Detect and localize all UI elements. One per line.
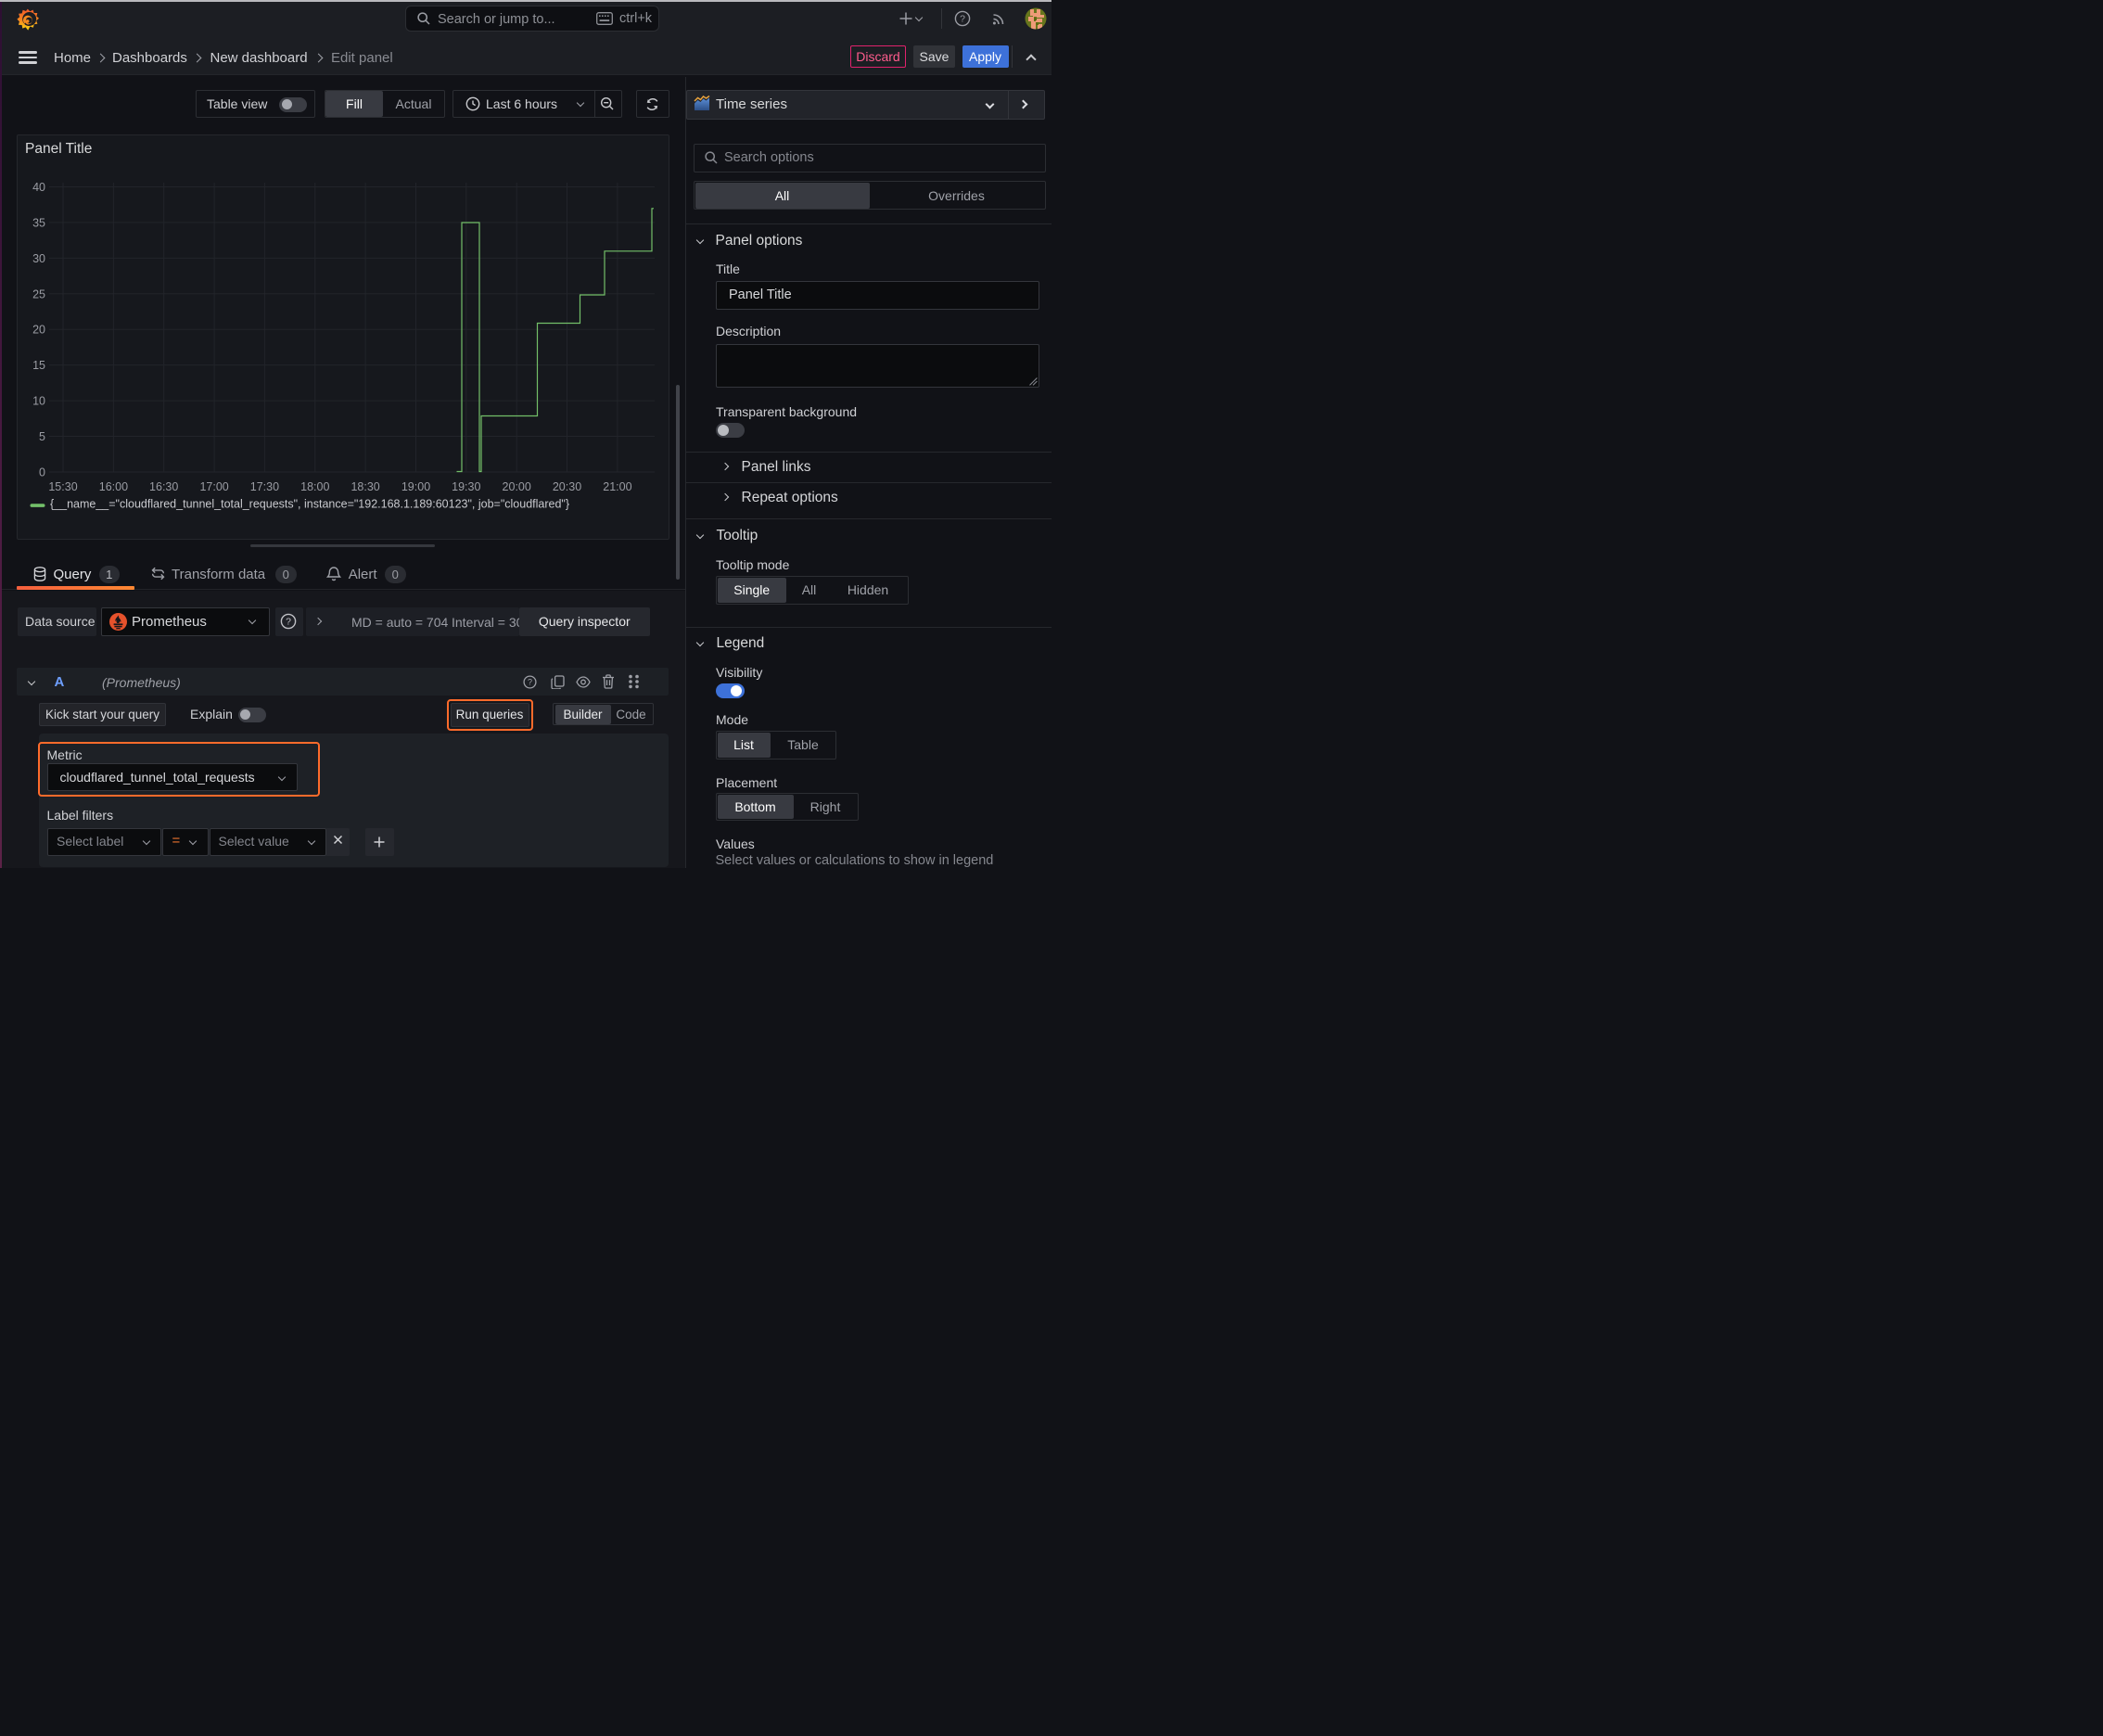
svg-text:?: ? — [960, 14, 965, 25]
svg-text:?: ? — [528, 678, 532, 687]
svg-text:19:30: 19:30 — [452, 480, 480, 493]
svg-text:{__name__="cloudflared_tunnel_: {__name__="cloudflared_tunnel_total_requ… — [50, 497, 569, 510]
svg-text:20:30: 20:30 — [552, 480, 580, 493]
svg-text:16:00: 16:00 — [98, 480, 127, 493]
svg-text:17:30: 17:30 — [249, 480, 278, 493]
svg-text:21:00: 21:00 — [603, 480, 631, 493]
svg-text:18:30: 18:30 — [350, 480, 379, 493]
svg-text:20:00: 20:00 — [502, 480, 530, 493]
svg-text:35: 35 — [32, 216, 45, 229]
svg-text:25: 25 — [32, 287, 45, 300]
svg-text:16:30: 16:30 — [149, 480, 178, 493]
svg-text:30: 30 — [32, 251, 45, 264]
svg-text:15: 15 — [32, 359, 45, 372]
svg-text:20: 20 — [32, 323, 45, 336]
svg-text:10: 10 — [32, 394, 45, 407]
svg-text:18:00: 18:00 — [300, 480, 329, 493]
svg-text:19:00: 19:00 — [401, 480, 429, 493]
svg-text:0: 0 — [39, 466, 45, 479]
svg-text:17:00: 17:00 — [199, 480, 228, 493]
svg-text:40: 40 — [32, 181, 45, 194]
svg-text:15:30: 15:30 — [48, 480, 77, 493]
svg-text:?: ? — [286, 617, 291, 628]
svg-text:5: 5 — [39, 430, 45, 443]
